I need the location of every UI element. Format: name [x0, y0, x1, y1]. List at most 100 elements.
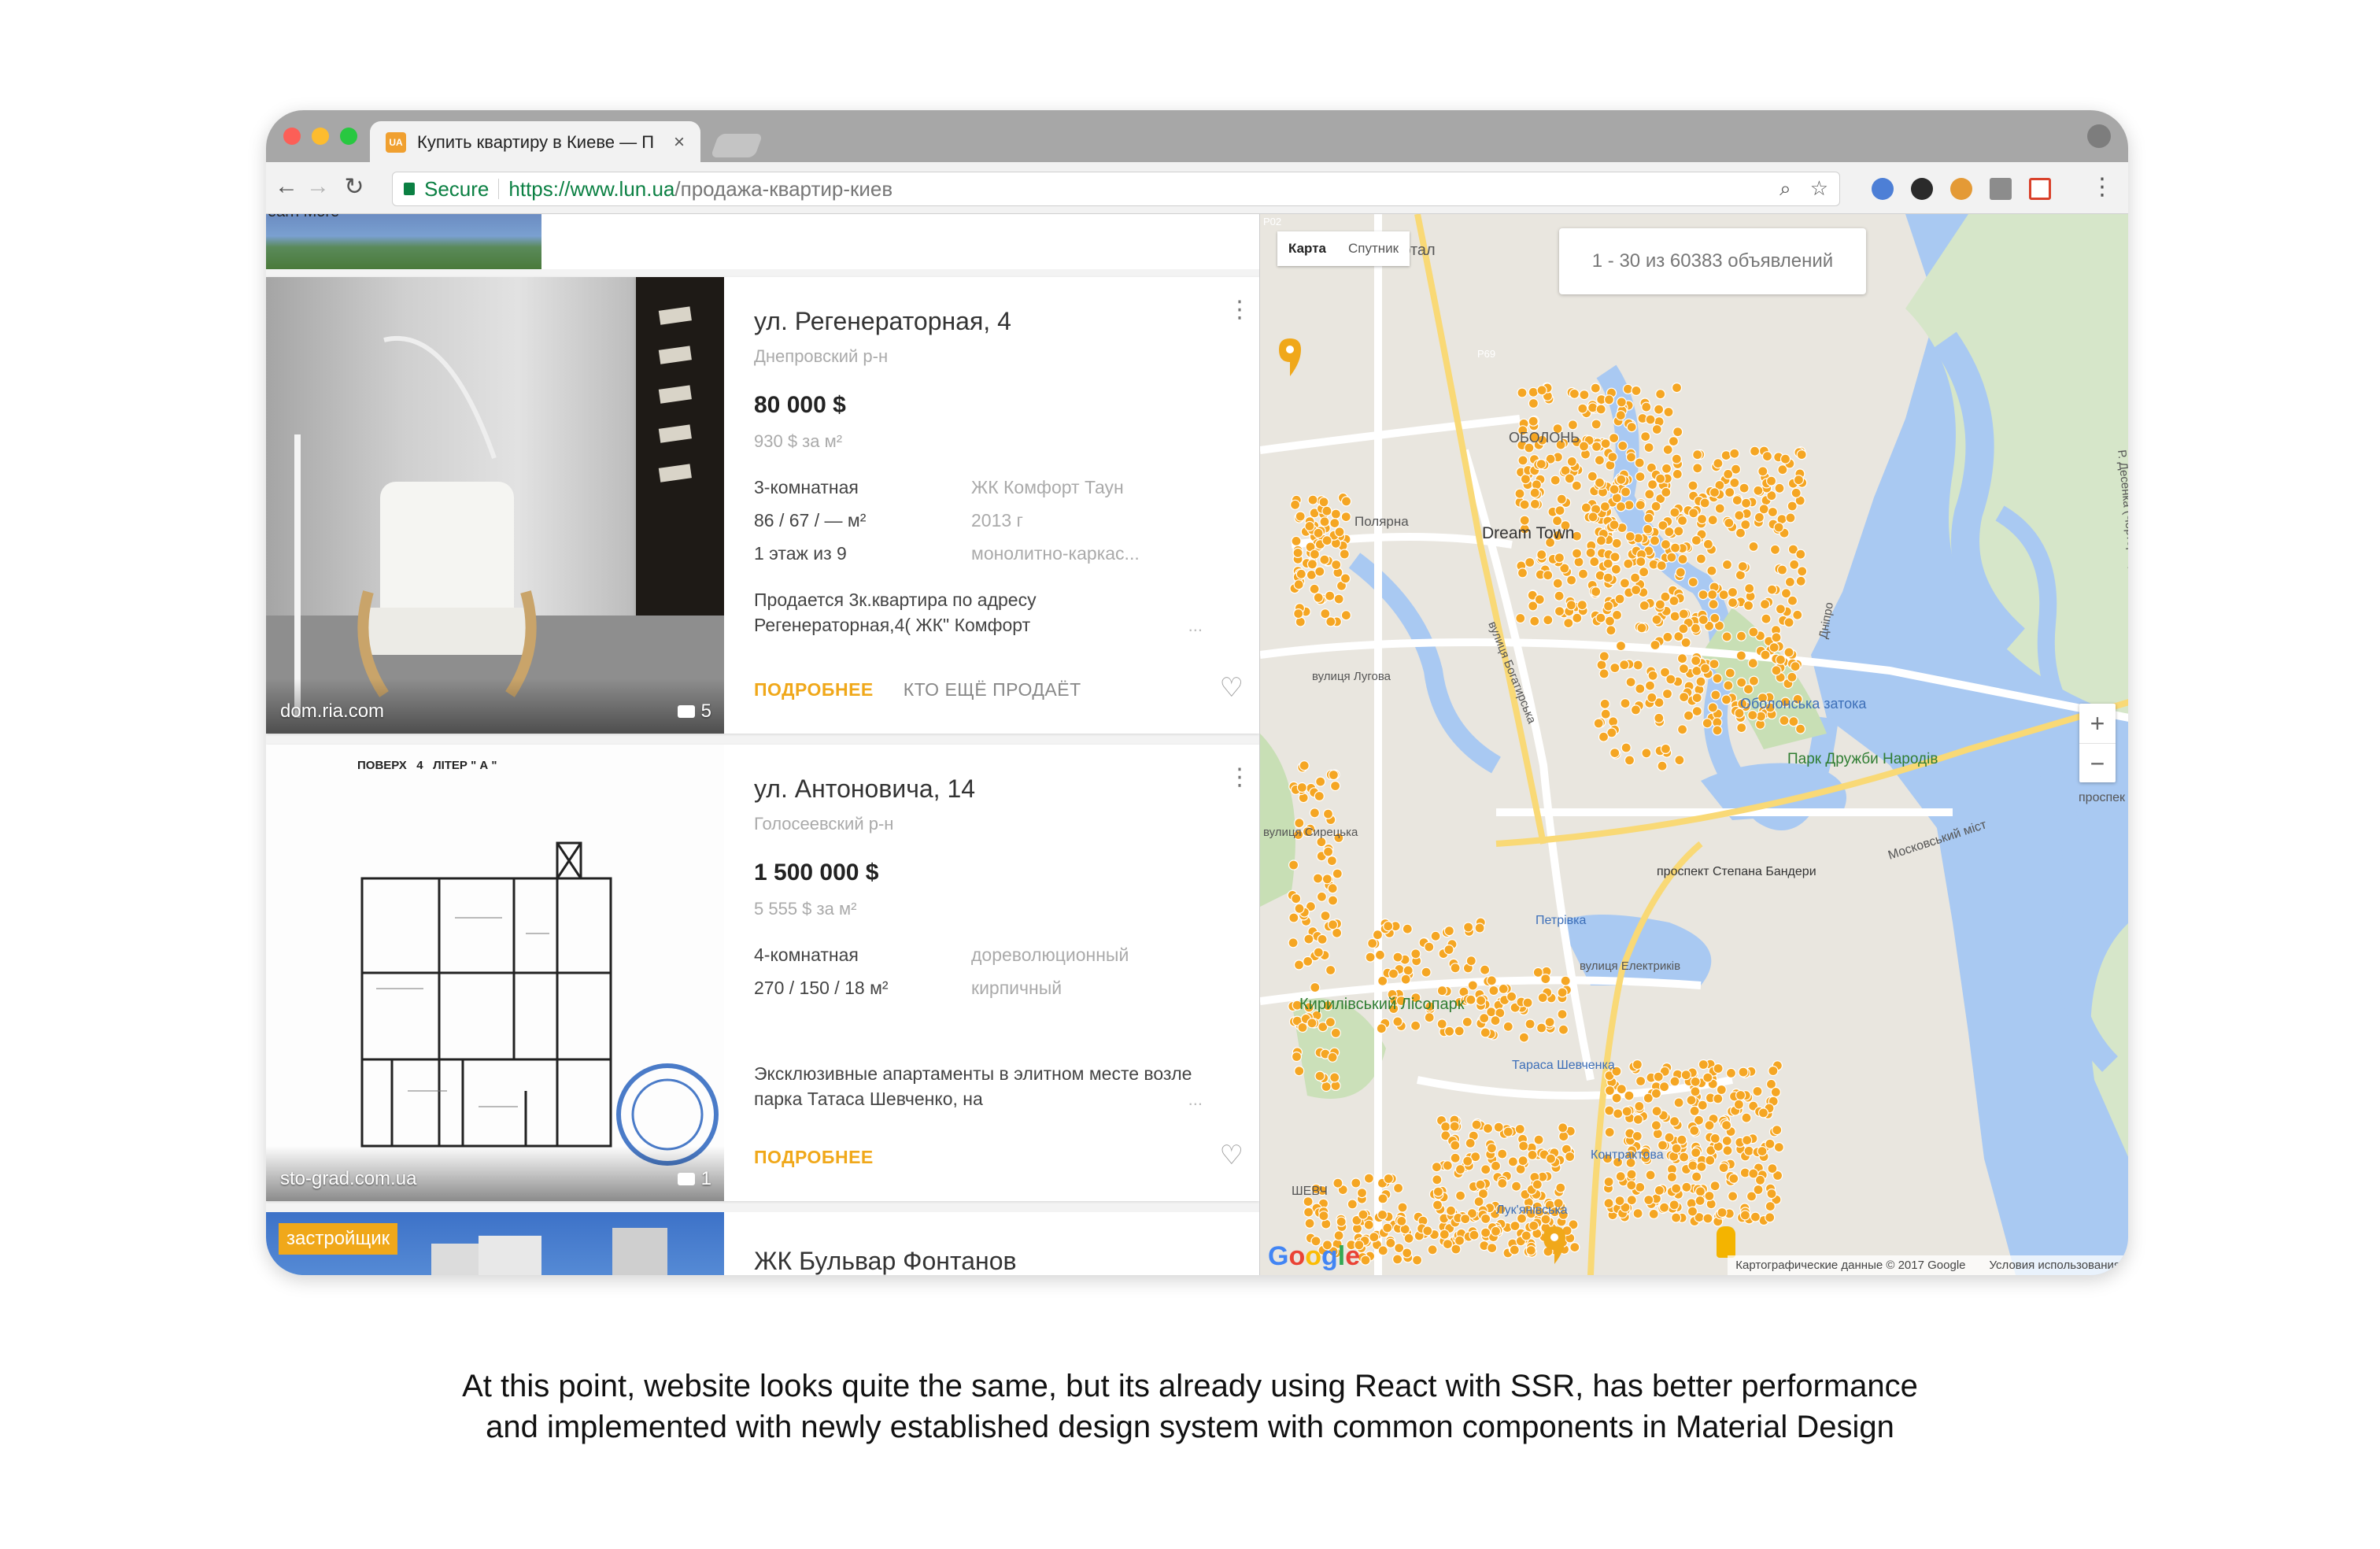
listing-marker[interactable]: [1303, 956, 1314, 967]
listing-marker[interactable]: [1552, 578, 1563, 589]
listing-marker[interactable]: [1309, 583, 1320, 594]
listing-marker[interactable]: [1321, 505, 1332, 516]
listing-marker[interactable]: [1554, 590, 1565, 601]
listing-marker[interactable]: [1641, 401, 1652, 412]
listing-marker[interactable]: [1724, 517, 1735, 528]
listing-marker[interactable]: [1288, 860, 1299, 871]
listing-marker[interactable]: [1722, 1145, 1733, 1156]
listing-marker[interactable]: [1347, 1199, 1358, 1210]
listing-marker[interactable]: [1635, 471, 1646, 482]
listing-marker[interactable]: [1753, 485, 1764, 496]
listing-marker[interactable]: [1635, 1075, 1646, 1087]
who-else-sells-button[interactable]: КТО ЕЩЁ ПРОДАЁТ: [904, 679, 1081, 701]
listing-marker[interactable]: [1734, 510, 1745, 521]
listing-marker[interactable]: [1288, 912, 1299, 923]
listing-marker[interactable]: [1304, 520, 1315, 532]
listing-marker[interactable]: [1509, 1244, 1520, 1255]
listing-marker[interactable]: [1658, 1202, 1670, 1213]
listing-marker[interactable]: [1740, 497, 1752, 508]
listing-marker[interactable]: [1591, 586, 1602, 597]
listing-marker[interactable]: [1789, 559, 1800, 570]
listing-marker[interactable]: [1306, 1018, 1318, 1029]
listing-marker[interactable]: [1303, 1207, 1314, 1218]
listing-marker[interactable]: [1555, 1182, 1566, 1193]
listing-marker[interactable]: [1587, 402, 1598, 413]
listing-marker[interactable]: [1643, 523, 1654, 534]
listing-marker[interactable]: [1291, 1051, 1303, 1063]
listing-marker[interactable]: [1709, 658, 1720, 670]
listing-marker[interactable]: [1636, 623, 1647, 634]
listing-marker[interactable]: [1660, 539, 1672, 550]
listing-marker[interactable]: [1486, 975, 1497, 986]
learn-more-link[interactable]: earn More: [268, 214, 339, 221]
listing-marker[interactable]: [1769, 544, 1781, 555]
listing-marker[interactable]: [1783, 647, 1794, 658]
listing-marker[interactable]: [1645, 414, 1656, 425]
listing-marker[interactable]: [1669, 1200, 1680, 1211]
listing-marker[interactable]: [1702, 1072, 1713, 1083]
listing-marker[interactable]: [1318, 1211, 1329, 1222]
listing-marker[interactable]: [1595, 612, 1606, 623]
listing-marker[interactable]: [1654, 404, 1665, 415]
listing-marker[interactable]: [1506, 991, 1517, 1002]
star-icon[interactable]: ☆: [1810, 176, 1828, 201]
listing-marker[interactable]: [1661, 463, 1672, 474]
listing-marker[interactable]: [1544, 1016, 1555, 1028]
listing-marker[interactable]: [1609, 552, 1621, 563]
listing-marker[interactable]: [1557, 987, 1568, 998]
listing-marker[interactable]: [1635, 556, 1646, 567]
listing-marker[interactable]: [1654, 599, 1665, 610]
listing-marker[interactable]: [1334, 527, 1345, 538]
listing-marker[interactable]: [1650, 501, 1661, 512]
listing-marker[interactable]: [1493, 1122, 1504, 1133]
listing-marker[interactable]: [1740, 519, 1751, 531]
listing-marker[interactable]: [1795, 575, 1806, 586]
listing-marker[interactable]: [1626, 1180, 1637, 1191]
listing-marker[interactable]: [1678, 623, 1689, 634]
listing-marker[interactable]: [1718, 1162, 1729, 1174]
favorite-heart-icon[interactable]: ♡: [1220, 672, 1244, 704]
listing-marker[interactable]: [1604, 1105, 1615, 1116]
listing-photo[interactable]: застройщик: [266, 1212, 724, 1275]
listing-marker[interactable]: [1454, 1026, 1465, 1037]
listing-marker[interactable]: [1757, 1145, 1768, 1157]
map-pin[interactable]: [1279, 338, 1301, 376]
close-window-button[interactable]: [283, 128, 301, 145]
listing-marker[interactable]: [1634, 1100, 1645, 1112]
listing-marker[interactable]: [1569, 1241, 1580, 1253]
listing-marker[interactable]: [1322, 808, 1334, 819]
listing-marker[interactable]: [1739, 482, 1750, 494]
listing-marker[interactable]: [1313, 527, 1324, 538]
listing-marker[interactable]: [1594, 477, 1606, 488]
listing-marker[interactable]: [1502, 1021, 1513, 1032]
listing-marker[interactable]: [1519, 499, 1530, 510]
listing-marker[interactable]: [1372, 930, 1383, 941]
listing-marker[interactable]: [1765, 1212, 1776, 1223]
listing-marker[interactable]: [1771, 632, 1782, 643]
listing-marker[interactable]: [1520, 474, 1531, 485]
listing-marker[interactable]: [1313, 592, 1324, 603]
listing-marker[interactable]: [1741, 1112, 1752, 1123]
listing-marker[interactable]: [1788, 716, 1799, 727]
details-button[interactable]: ПОДРОБНЕЕ: [754, 679, 874, 701]
listing-marker[interactable]: [1755, 711, 1767, 722]
listing-marker[interactable]: [1603, 1176, 1614, 1188]
listing-marker[interactable]: [1304, 1218, 1315, 1229]
listing-marker[interactable]: [1716, 1084, 1727, 1096]
listing-marker[interactable]: [1678, 608, 1689, 619]
listing-marker[interactable]: [1729, 477, 1740, 488]
listing-card[interactable]: застройщик ЖК Бульвар Фонтанов: [266, 1212, 1259, 1275]
listing-marker[interactable]: [1322, 846, 1334, 857]
listing-marker[interactable]: [1443, 944, 1454, 956]
listing-marker[interactable]: [1321, 535, 1332, 546]
listing-marker[interactable]: [1565, 600, 1576, 611]
listing-marker[interactable]: [1451, 1244, 1462, 1255]
listing-marker[interactable]: [1543, 615, 1554, 626]
listing-marker[interactable]: [1320, 910, 1331, 922]
listing-marker[interactable]: [1563, 617, 1574, 629]
listing-title[interactable]: ЖК Бульвар Фонтанов: [754, 1247, 1017, 1275]
listing-marker[interactable]: [1743, 684, 1754, 695]
listing-marker[interactable]: [1591, 419, 1602, 430]
listing-marker[interactable]: [1757, 466, 1768, 477]
listing-marker[interactable]: [1578, 441, 1590, 452]
